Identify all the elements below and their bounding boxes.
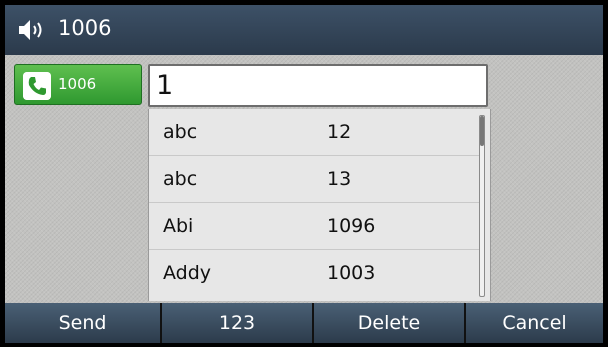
status-bar: 1006 (5, 5, 603, 55)
scrollbar-thumb[interactable] (480, 116, 484, 146)
contact-name: abc (163, 168, 198, 190)
list-scrollbar[interactable] (479, 115, 485, 297)
send-softkey[interactable]: Send (5, 303, 162, 343)
delete-softkey[interactable]: Delete (314, 303, 466, 343)
dial-input-value: 1 (156, 70, 174, 101)
cancel-softkey[interactable]: Cancel (466, 303, 603, 343)
contact-number: 1003 (327, 262, 376, 284)
list-item[interactable]: abc 12 (149, 109, 479, 156)
contact-name: Abi (163, 215, 194, 237)
phone-screen: 1006 1006 1 abc 12 abc 13 Abi 1096 Addy … (5, 5, 603, 343)
contact-number: 12 (327, 121, 352, 143)
contact-name: Addy (163, 262, 212, 284)
contact-suggestion-list[interactable]: abc 12 abc 13 Abi 1096 Addy 1003 (148, 109, 491, 301)
dial-input[interactable]: 1 (148, 64, 488, 107)
line-key-1006[interactable]: 1006 (14, 64, 142, 105)
list-item[interactable]: Abi 1096 (149, 203, 479, 250)
contact-number: 13 (327, 168, 352, 190)
line-key-label: 1006 (58, 75, 97, 93)
status-title: 1006 (58, 16, 112, 40)
speaker-icon (19, 20, 42, 40)
list-item[interactable]: abc 13 (149, 156, 479, 203)
contact-name: abc (163, 121, 198, 143)
phone-handset-icon (23, 72, 51, 100)
softkey-bar: Send 123 Delete Cancel (5, 303, 603, 343)
numeric-mode-softkey[interactable]: 123 (162, 303, 314, 343)
list-item[interactable]: Addy 1003 (149, 250, 479, 296)
contact-number: 1096 (327, 215, 376, 237)
